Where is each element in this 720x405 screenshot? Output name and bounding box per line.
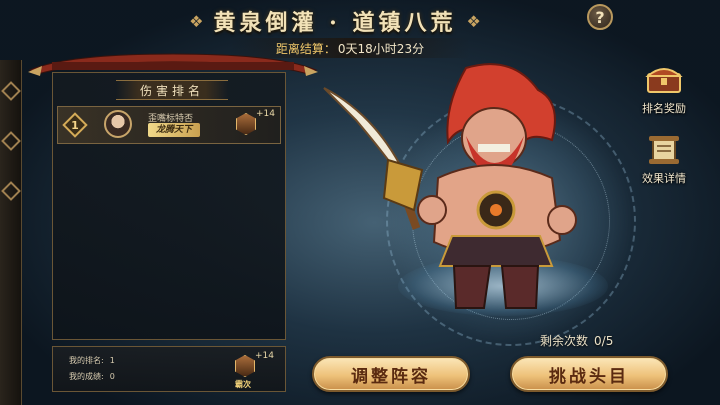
boss-character[interactable] (316, 60, 606, 330)
adjust-lineup-button[interactable]: 调整阵容 (312, 356, 470, 392)
rank-reward-label: 排名奖励 (642, 102, 686, 115)
countdown-value: 0天18小时23分 (337, 41, 425, 56)
challenge-boss-button[interactable]: 挑战头目 (510, 356, 668, 392)
my-emblem-caption: 霸次 (235, 380, 251, 389)
help-button[interactable]: ? (587, 4, 613, 30)
my-emblem-bonus: +14 (255, 351, 274, 361)
my-rank-value: 1 (109, 356, 115, 365)
title-ornament-right-icon: ❖ (466, 11, 481, 31)
rank-emblem-icon (236, 113, 256, 135)
player-title-tag: 龙腾天下 (148, 123, 200, 137)
my-score-value: 0 (109, 372, 115, 381)
remaining-label: 剩余次数 (540, 334, 589, 348)
my-score-label: 我的成绩: (69, 372, 104, 381)
my-score-line: 我的成绩: 0 (69, 371, 115, 382)
tab-ornament-icon (1, 81, 21, 101)
ranking-header: 伤害排名 (116, 80, 228, 100)
remaining-attempts: 剩余次数 0/5 (540, 332, 613, 349)
remaining-value: 0/5 (594, 334, 614, 348)
effect-detail-button[interactable]: 效果详情 (636, 130, 692, 190)
title-ornament-left-icon: ❖ (189, 11, 204, 31)
my-emblem-icon (235, 355, 255, 377)
rank-number-badge: 1 (62, 112, 88, 138)
my-rank-label: 我的排名: (69, 356, 104, 365)
question-icon: ? (595, 7, 605, 27)
event-title: 黄泉倒灌 · 道镇八荒 (213, 10, 457, 36)
ranking-row[interactable]: 1 歪嘴标特否 龙腾天下 +14 (57, 106, 281, 144)
treasure-chest-icon (644, 60, 684, 98)
left-edge-tab[interactable] (0, 60, 22, 405)
player-avatar[interactable] (104, 110, 132, 138)
scroll-icon (644, 130, 684, 168)
my-stats-panel: 我的排名: 1 我的成绩: 0 +14 霸次 (52, 346, 286, 392)
tab-ornament-icon (1, 181, 21, 201)
tab-ornament-icon (1, 131, 21, 151)
effect-detail-label: 效果详情 (642, 172, 686, 185)
rank-number: 1 (71, 118, 79, 132)
title-banner: ❖ 黄泉倒灌 · 道镇八荒 ❖ (170, 4, 500, 38)
emblem-bonus: +14 (256, 109, 275, 119)
my-rank-line: 我的排名: 1 (69, 355, 115, 366)
rank-reward-button[interactable]: 排名奖励 (636, 60, 692, 120)
